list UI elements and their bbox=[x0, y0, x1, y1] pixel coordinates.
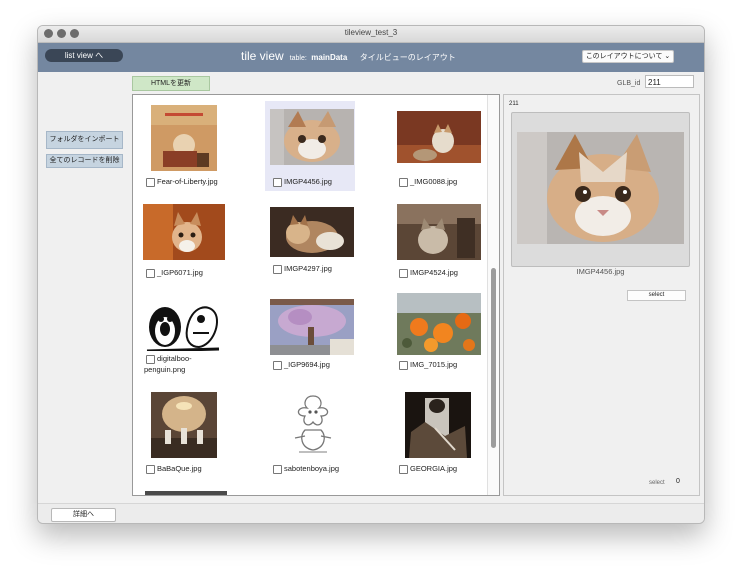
tile-item[interactable]: BaBaQue.jpg bbox=[133, 388, 223, 478]
thumbnail-image bbox=[285, 392, 341, 458]
tile-filename: IMGP4456.jpg bbox=[284, 177, 332, 186]
window-title: tileview_test_3 bbox=[344, 28, 398, 37]
tile-checkbox[interactable] bbox=[399, 465, 408, 474]
thumbnail-image bbox=[397, 204, 481, 260]
app-window: tileview_test_3 list view へ tile view tab… bbox=[37, 25, 705, 524]
view-title: tile view bbox=[241, 49, 284, 63]
tile-checkbox[interactable] bbox=[273, 361, 282, 370]
thumbnail-image-partial bbox=[145, 491, 227, 495]
thumbnail-image bbox=[397, 111, 481, 163]
thumbnail-image bbox=[270, 299, 354, 355]
thumbnail-image bbox=[270, 207, 354, 257]
thumbnail-image bbox=[405, 392, 471, 458]
about-layout-button[interactable]: このレイアウトについて ⌄ bbox=[582, 50, 674, 63]
tile-checkbox[interactable] bbox=[399, 361, 408, 370]
tile-filename: _IMG0088.jpg bbox=[410, 177, 458, 186]
tile-checkbox[interactable] bbox=[146, 355, 155, 364]
thumbnail-image bbox=[143, 204, 225, 260]
table-prefix: table: bbox=[289, 55, 307, 62]
tile-item[interactable]: _IGP9694.jpg bbox=[265, 291, 355, 381]
tile-filename: _IGP9694.jpg bbox=[284, 360, 330, 369]
tile-filename-line2: penguin.png bbox=[144, 365, 186, 374]
glb-id-label: GLB_id bbox=[617, 80, 641, 87]
select-button[interactable]: select bbox=[627, 290, 686, 301]
tile-checkbox[interactable] bbox=[146, 178, 155, 187]
tile-filename: IMG_7015.jpg bbox=[410, 360, 458, 369]
detail-filename: IMGP4456.jpg bbox=[576, 267, 625, 276]
update-html-button[interactable]: HTMLを更新 bbox=[132, 76, 210, 91]
thumbnail-image bbox=[151, 392, 217, 458]
tile-item[interactable]: _IMG0088.jpg bbox=[391, 101, 481, 191]
scrollbar-thumb[interactable] bbox=[491, 268, 496, 448]
tile-checkbox[interactable] bbox=[273, 178, 282, 187]
selected-count-label: select bbox=[649, 480, 665, 486]
detail-panel: 211 IMGP4456.jpg select select 0 bbox=[503, 94, 700, 496]
thumbnail-image bbox=[397, 293, 481, 355]
tile-filename-line1: digitalboo- bbox=[157, 354, 192, 363]
footer-bar: 詳細へ bbox=[38, 503, 704, 523]
tile-item[interactable]: Fear-of-Liberty.jpg bbox=[133, 101, 223, 191]
tile-filename: Fear-of-Liberty.jpg bbox=[157, 177, 218, 186]
list-view-button[interactable]: list view へ bbox=[45, 49, 123, 62]
tile-filename: IMGP4297.jpg bbox=[284, 264, 332, 273]
tile-item[interactable]: digitalboo- penguin.png bbox=[133, 291, 223, 381]
tile-filename: GEORGIA.jpg bbox=[410, 464, 458, 473]
tile-checkbox[interactable] bbox=[146, 269, 155, 278]
tile-view-panel[interactable]: Fear-of-Liberty.jpg IMGP4456.jpg _IMG008… bbox=[132, 94, 500, 496]
header-title: tile view table: mainData タイルビューのレイアウト bbox=[241, 47, 456, 65]
tile-item[interactable]: IMGP4297.jpg bbox=[265, 199, 355, 289]
tile-item[interactable]: IMGP4456.jpg bbox=[265, 101, 355, 191]
tile-filename: BaBaQue.jpg bbox=[157, 464, 202, 473]
go-to-detail-button[interactable]: 詳細へ bbox=[51, 508, 116, 522]
tile-filename: IMGP4524.jpg bbox=[410, 268, 458, 277]
thumbnail-image bbox=[151, 105, 217, 171]
tile-checkbox[interactable] bbox=[273, 265, 282, 274]
thumbnail-image bbox=[270, 109, 354, 165]
layout-name: タイルビューのレイアウト bbox=[359, 53, 456, 62]
selected-count: 0 bbox=[676, 478, 680, 485]
tile-checkbox[interactable] bbox=[146, 465, 155, 474]
title-bar: tileview_test_3 bbox=[38, 26, 704, 43]
tile-checkbox[interactable] bbox=[399, 269, 408, 278]
tile-checkbox[interactable] bbox=[399, 178, 408, 187]
layout-header: list view へ tile view table: mainData タイル… bbox=[38, 43, 704, 72]
detail-image bbox=[517, 132, 684, 244]
table-name: mainData bbox=[311, 53, 348, 62]
delete-all-records-button[interactable]: 全てのレコードを削除 bbox=[46, 154, 123, 168]
detail-record-id: 211 bbox=[509, 101, 519, 107]
tile-checkbox[interactable] bbox=[273, 465, 282, 474]
tile-item[interactable]: GEORGIA.jpg bbox=[391, 388, 481, 478]
detail-image-frame bbox=[511, 112, 690, 267]
tile-scrollbar[interactable] bbox=[487, 95, 499, 495]
thumbnail-image bbox=[143, 299, 223, 351]
import-folder-button[interactable]: フォルダをインポート bbox=[46, 131, 123, 149]
tile-filename: _IGP6071.jpg bbox=[157, 268, 203, 277]
tile-item[interactable]: IMGP4524.jpg bbox=[391, 199, 481, 289]
tile-item[interactable]: IMG_7015.jpg bbox=[391, 291, 481, 381]
tile-item[interactable]: sabotenboya.jpg bbox=[265, 388, 355, 478]
tile-filename: sabotenboya.jpg bbox=[284, 464, 340, 473]
tile-item[interactable]: _IGP6071.jpg bbox=[133, 199, 225, 289]
glb-id-field[interactable]: 211 bbox=[645, 75, 694, 88]
